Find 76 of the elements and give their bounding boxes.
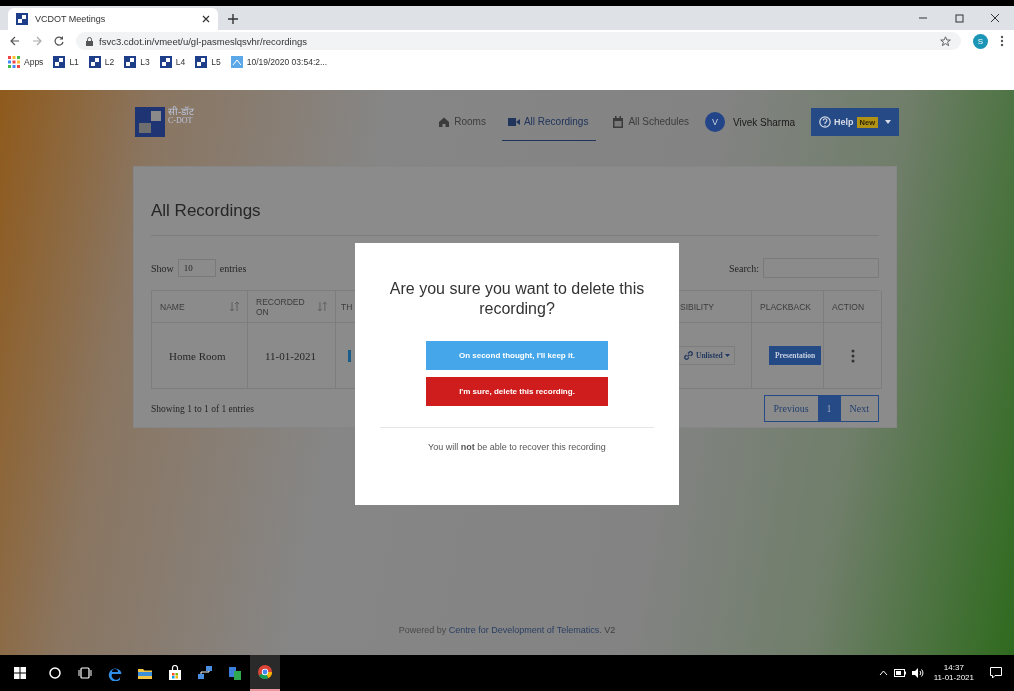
- video-camera-icon: [507, 115, 520, 128]
- help-icon: [819, 116, 832, 128]
- chrome-icon[interactable]: [257, 664, 273, 680]
- site-icon: [16, 13, 28, 25]
- bookmark-icon: [195, 56, 208, 68]
- clock-time: 14:37: [943, 662, 964, 673]
- bookmark[interactable]: L5: [195, 56, 221, 68]
- bookmark[interactable]: Apps: [8, 56, 44, 68]
- show-label: Show: [151, 262, 174, 274]
- menu-icon[interactable]: [1000, 35, 1004, 47]
- new-tab-icon[interactable]: [228, 14, 238, 24]
- calendar-icon: [612, 115, 625, 128]
- sort-icon: [230, 302, 239, 311]
- bookmark-icon: [159, 56, 172, 68]
- address-bar[interactable]: fsvc3.cdot.in/vmeet/u/gl-pasmeslqsvhr/recordings: [76, 32, 961, 50]
- home-icon: [438, 115, 451, 128]
- page-size-select[interactable]: 10: [177, 259, 216, 277]
- bookmark-icon: [88, 56, 101, 68]
- restore-icon[interactable]: [954, 13, 964, 23]
- back-icon[interactable]: [10, 36, 20, 46]
- more-options-icon[interactable]: [850, 348, 855, 363]
- profile-avatar[interactable]: S: [973, 33, 988, 49]
- column-header[interactable]: NAME: [152, 291, 248, 323]
- windows-start-icon[interactable]: [14, 667, 26, 679]
- lock-icon: [86, 36, 93, 46]
- notifications-icon[interactable]: [990, 667, 1002, 679]
- thumbnail-edge: [348, 349, 351, 362]
- column-header[interactable]: RECORDED ON: [248, 291, 336, 323]
- nav-link[interactable]: All Schedules: [612, 103, 689, 141]
- nav-link[interactable]: All Recordings: [501, 103, 597, 141]
- caret-icon: [724, 354, 730, 357]
- apps-grid-icon: [8, 56, 20, 68]
- table-info: Showing 1 to 1 of 1 entries: [151, 403, 254, 414]
- logo-icon: [135, 107, 165, 137]
- shopping-bag-icon[interactable]: [167, 665, 183, 681]
- page-button[interactable]: 1: [817, 396, 841, 421]
- logo-hindi-text: सी-डॉट: [168, 107, 195, 117]
- user-avatar[interactable]: V: [705, 112, 725, 132]
- close-icon[interactable]: [990, 13, 1000, 23]
- delete-button[interactable]: I'm sure, delete this recording.: [426, 377, 608, 406]
- browser-icon[interactable]: [107, 665, 123, 681]
- bookmark[interactable]: L1: [53, 56, 79, 68]
- task-view-icon[interactable]: [77, 665, 93, 681]
- page-title: All Recordings: [151, 167, 879, 236]
- nav-link[interactable]: Rooms: [438, 103, 486, 141]
- search-label: Search:: [729, 262, 759, 274]
- table-cell: 11-01-2021: [248, 323, 336, 389]
- column-header: ACTION: [824, 291, 882, 323]
- link-icon: [683, 350, 694, 361]
- clock[interactable]: 14:37 11-01-2021: [933, 662, 974, 684]
- column-header: PLACKBACK: [752, 291, 824, 323]
- browser-tab[interactable]: VCDOT Meetings: [8, 8, 218, 30]
- clock-date: 11-01-2021: [933, 673, 974, 684]
- logo-text: C-DOT: [168, 117, 194, 125]
- user-name[interactable]: Vivek Sharma: [733, 116, 796, 128]
- speaker-icon[interactable]: [911, 668, 924, 678]
- star-icon[interactable]: [940, 35, 951, 47]
- search-icon[interactable]: [47, 665, 63, 681]
- table-cell: Home Room: [152, 323, 248, 389]
- bookmark[interactable]: L3: [124, 56, 150, 68]
- bookmark[interactable]: L2: [88, 56, 115, 68]
- bookmark-icon: [124, 56, 137, 68]
- sort-icon: [318, 302, 327, 311]
- chevron-up-icon[interactable]: [878, 670, 888, 676]
- devices-icon[interactable]: [227, 665, 243, 681]
- bookmark[interactable]: L4: [159, 56, 186, 68]
- bookmark-icon: [230, 56, 243, 68]
- bookmark[interactable]: 10/19/2020 03:54:2...: [230, 56, 328, 68]
- entries-label: entries: [219, 262, 247, 274]
- bookmark-icon: [53, 56, 66, 68]
- caret-icon: [885, 120, 891, 124]
- dialog-note: You will not be able to recover this recording: [428, 442, 606, 452]
- battery-icon[interactable]: [893, 669, 906, 677]
- close-icon[interactable]: [202, 15, 210, 23]
- network-icon[interactable]: [197, 665, 213, 681]
- reload-icon[interactable]: [54, 36, 64, 46]
